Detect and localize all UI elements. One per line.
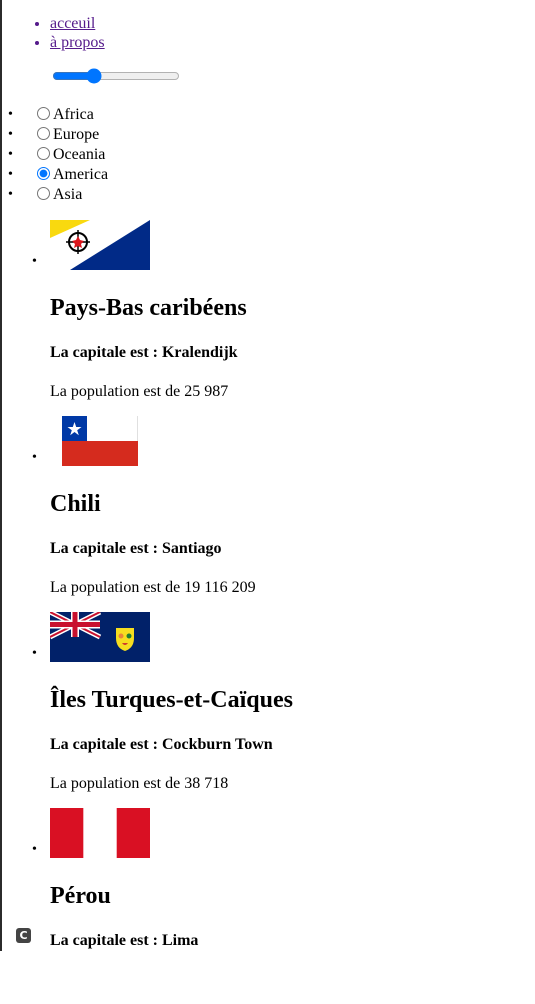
nav-item-about: à propos bbox=[50, 33, 105, 52]
region-label: Oceania bbox=[53, 146, 106, 163]
region-radio-africa[interactable] bbox=[37, 107, 50, 120]
country-name: Chili bbox=[50, 491, 101, 517]
region-radio-asia[interactable] bbox=[37, 187, 50, 200]
country-card: Pérou La capitale est : Lima bbox=[32, 808, 293, 1004]
country-card: Îles Turques-et-Caïques La capitale est … bbox=[32, 612, 293, 808]
nav-link-home[interactable]: acceuil bbox=[50, 15, 95, 32]
country-card: Pays-Bas caribéens La capitale est : Kra… bbox=[32, 220, 293, 416]
range-slider[interactable] bbox=[52, 68, 180, 84]
country-name: Îles Turques-et-Caïques bbox=[50, 687, 293, 713]
region-radio-oceania[interactable] bbox=[37, 147, 50, 160]
country-list: Pays-Bas caribéens La capitale est : Kra… bbox=[0, 220, 293, 1004]
nav-item-home: acceuil bbox=[50, 14, 105, 33]
region-label: Africa bbox=[53, 106, 94, 123]
main-nav: acceuil à propos bbox=[0, 14, 105, 52]
country-capital: La capitale est : Cockburn Town bbox=[50, 736, 273, 753]
nav-link-about[interactable]: à propos bbox=[50, 34, 105, 51]
region-label: Europe bbox=[53, 126, 100, 143]
region-label: Asia bbox=[53, 186, 83, 203]
region-item-africa: Africa bbox=[8, 105, 108, 125]
region-item-america: America bbox=[8, 165, 109, 185]
region-item-asia: Asia bbox=[8, 185, 108, 205]
region-radio-europe[interactable] bbox=[37, 127, 50, 140]
region-filter: Africa Europe Oceania America Asia bbox=[0, 105, 108, 205]
country-name: Pays-Bas caribéens bbox=[50, 295, 247, 321]
region-item-oceania: Oceania bbox=[8, 145, 108, 165]
peru-flag-icon bbox=[50, 808, 150, 858]
region-label: America bbox=[53, 166, 109, 183]
c-logo-icon: C bbox=[16, 928, 31, 943]
country-capital: La capitale est : Santiago bbox=[50, 540, 222, 557]
country-card: Chili La capitale est : Santiago La popu… bbox=[32, 416, 293, 612]
region-item-europe: Europe bbox=[8, 125, 108, 145]
country-capital: La capitale est : Kralendijk bbox=[50, 344, 238, 361]
caribbean-netherlands-flag-icon bbox=[50, 220, 150, 270]
country-population: La population est de 25 987 bbox=[50, 383, 229, 400]
country-name: Pérou bbox=[50, 883, 111, 909]
chile-flag-icon bbox=[62, 416, 138, 466]
turks-and-caicos-flag-icon bbox=[50, 612, 150, 662]
country-population: La population est de 38 718 bbox=[50, 775, 229, 792]
region-radio-america[interactable] bbox=[37, 167, 50, 180]
country-capital: La capitale est : Lima bbox=[50, 932, 199, 949]
country-population: La population est de 19 116 209 bbox=[50, 579, 256, 596]
